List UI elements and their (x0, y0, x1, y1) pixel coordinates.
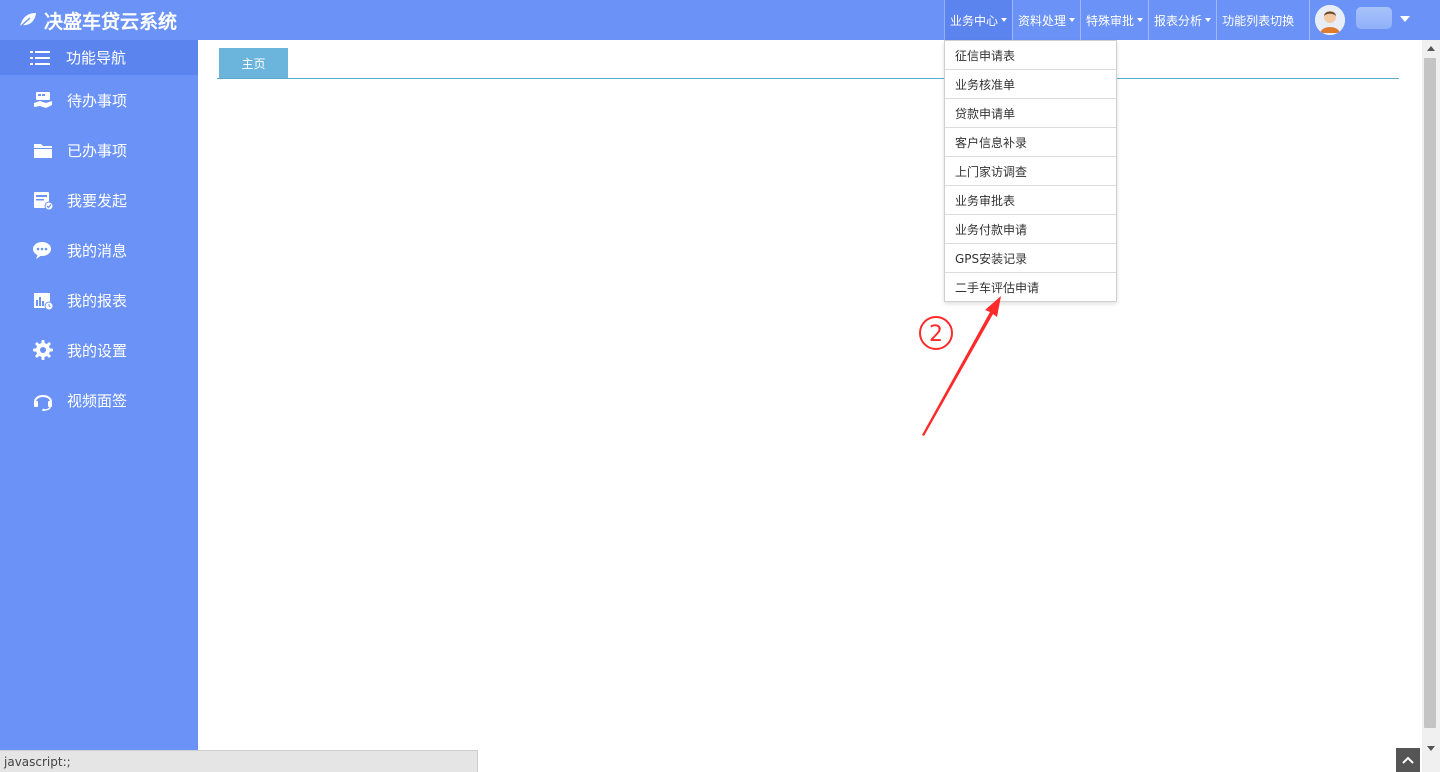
dropdown-item-label: 上门家访调查 (955, 164, 1028, 179)
dropdown-item-business-approval-form[interactable]: 业务核准单 (945, 70, 1116, 99)
dropdown-item-label: GPS安装记录 (955, 251, 1028, 266)
sidebar-item-settings[interactable]: 我的设置 (0, 325, 198, 375)
dropdown-item-business-review-table[interactable]: 业务审批表 (945, 186, 1116, 215)
sidebar-item-messages[interactable]: 我的消息 (0, 225, 198, 275)
nav-label: 特殊审批 (1086, 13, 1135, 28)
nav-special-approval[interactable]: 特殊审批 (1080, 0, 1148, 40)
scroll-down-arrow-icon[interactable] (1427, 746, 1435, 751)
dropdown-item-label: 二手车评估申请 (955, 280, 1040, 295)
headset-icon (32, 389, 54, 411)
handshake-icon (32, 89, 54, 111)
sidebar-item-label: 已办事项 (67, 141, 128, 160)
dropdown-item-label: 征信申请表 (955, 48, 1016, 63)
tab-home[interactable]: 主页 (219, 48, 288, 78)
sidebar-item-label: 我的报表 (67, 291, 128, 310)
leaf-icon (19, 13, 36, 28)
report-icon (32, 289, 54, 311)
user-menu-caret-icon[interactable] (1400, 16, 1410, 22)
business-center-dropdown: 征信申请表 业务核准单 贷款申请单 客户信息补录 上门家访调查 业务审批表 业务… (944, 40, 1117, 302)
dropdown-item-label: 业务付款申请 (955, 222, 1028, 237)
nav-report-analysis[interactable]: 报表分析 (1148, 0, 1216, 40)
status-text: javascript:; (4, 754, 71, 769)
sidebar-item-label: 我要发起 (67, 191, 128, 210)
main-content: 主页 (198, 40, 1422, 750)
sidebar-item-reports[interactable]: 我的报表 (0, 275, 198, 325)
sidebar-header-label: 功能导航 (66, 49, 127, 67)
dropdown-item-label: 客户信息补录 (955, 135, 1028, 150)
browser-status-bar: javascript:; (0, 750, 478, 772)
dropdown-item-gps-install-record[interactable]: GPS安装记录 (945, 244, 1116, 273)
app-title: 决盛车贷云系统 (44, 10, 178, 33)
sidebar-item-done[interactable]: 已办事项 (0, 125, 198, 175)
sidebar-item-label: 视频面签 (67, 391, 128, 410)
dropdown-item-label: 业务核准单 (955, 77, 1016, 92)
dropdown-item-loan-application[interactable]: 贷款申请单 (945, 99, 1116, 128)
caret-down-icon (1137, 18, 1144, 22)
nav-label: 功能列表切换 (1222, 13, 1295, 28)
sidebar-header[interactable]: 功能导航 (0, 40, 198, 75)
user-avatar-icon (1315, 5, 1345, 35)
dropdown-item-label: 业务审批表 (955, 193, 1016, 208)
sidebar-item-video-sign[interactable]: 视频面签 (0, 375, 198, 425)
vertical-scrollbar[interactable] (1422, 40, 1440, 772)
menu-list-icon (30, 50, 50, 65)
dropdown-item-used-car-evaluation[interactable]: 二手车评估申请 (945, 273, 1116, 301)
dropdown-item-credit-application[interactable]: 征信申请表 (945, 41, 1116, 70)
dropdown-item-home-visit-survey[interactable]: 上门家访调查 (945, 157, 1116, 186)
tab-bar: 主页 (217, 48, 1399, 79)
scroll-up-arrow-icon[interactable] (1427, 46, 1435, 51)
sidebar: 功能导航 待办事项 已办事项 我要发起 我的消息 我的报表 我的设置 视频面签 (0, 40, 198, 772)
caret-down-icon (1001, 18, 1008, 22)
nav-label: 报表分析 (1154, 13, 1203, 28)
chat-icon (32, 239, 54, 261)
nav-label: 业务中心 (950, 13, 999, 28)
caret-down-icon (1205, 18, 1212, 22)
nav-label: 资料处理 (1018, 13, 1067, 28)
back-to-top-button[interactable] (1396, 748, 1420, 772)
app-logo[interactable]: 决盛车贷云系统 (18, 0, 177, 40)
username-redacted[interactable] (1356, 7, 1392, 29)
top-nav: 业务中心 资料处理 特殊审批 报表分析 功能列表切换 (944, 0, 1299, 40)
chevron-up-icon (1402, 756, 1414, 764)
avatar-container[interactable] (1309, 0, 1350, 40)
sidebar-item-initiate[interactable]: 我要发起 (0, 175, 198, 225)
top-bar: 决盛车贷云系统 业务中心 资料处理 特殊审批 报表分析 功能列表切换 (0, 0, 1440, 40)
dropdown-item-label: 贷款申请单 (955, 106, 1016, 121)
dropdown-item-payment-request[interactable]: 业务付款申请 (945, 215, 1116, 244)
form-icon (32, 189, 54, 211)
nav-business-center[interactable]: 业务中心 (944, 0, 1013, 40)
caret-down-icon (1069, 18, 1076, 22)
avatar[interactable] (1315, 5, 1345, 35)
gear-icon (32, 339, 54, 361)
sidebar-item-label: 我的设置 (67, 341, 128, 360)
nav-data-processing[interactable]: 资料处理 (1012, 0, 1080, 40)
scrollbar-thumb[interactable] (1424, 58, 1436, 728)
sidebar-item-label: 我的消息 (67, 241, 128, 260)
dropdown-item-customer-info-supplement[interactable]: 客户信息补录 (945, 128, 1116, 157)
nav-switch-function-list[interactable]: 功能列表切换 (1216, 0, 1299, 40)
folder-icon (32, 139, 54, 161)
tab-label: 主页 (241, 56, 266, 71)
sidebar-item-label: 待办事项 (67, 91, 128, 110)
sidebar-item-todo[interactable]: 待办事项 (0, 75, 198, 125)
